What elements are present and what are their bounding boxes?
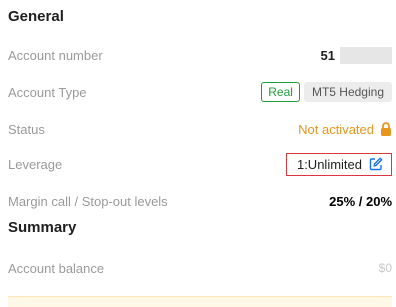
status-row: Status Not activated: [8, 117, 392, 141]
leverage-highlight[interactable]: 1:Unlimited: [285, 152, 392, 176]
account-type-label: Account Type: [8, 84, 87, 100]
leverage-label: Leverage: [8, 156, 63, 172]
account-number-value-wrap: 51: [320, 46, 392, 64]
edit-icon[interactable]: [369, 157, 383, 171]
margin-value: 25% / 20%: [329, 193, 392, 209]
account-type-row: Account Type Real MT5 Hedging: [8, 80, 392, 104]
notice-banner: [8, 296, 392, 307]
general-section-title: General: [8, 8, 64, 25]
account-number-row: Account number 51: [8, 43, 392, 67]
account-number-mask: [340, 46, 392, 64]
real-tag: Real: [261, 82, 300, 102]
account-type-tags: Real MT5 Hedging: [261, 82, 392, 102]
status-value: Not activated: [298, 121, 374, 137]
account-number-label: Account number: [8, 47, 103, 63]
balance-value: $0: [378, 261, 392, 275]
lock-icon: [380, 122, 392, 136]
margin-label: Margin call / Stop-out levels: [8, 193, 168, 209]
status-label: Status: [8, 121, 45, 137]
platform-tag: MT5 Hedging: [303, 82, 392, 102]
balance-label: Account balance: [8, 260, 105, 276]
leverage-row: Leverage 1:Unlimited: [8, 152, 392, 176]
summary-section-title: Summary: [8, 219, 77, 236]
margin-row: Margin call / Stop-out levels 25% / 20%: [8, 189, 392, 213]
balance-row: Account balance $0: [8, 256, 392, 280]
leverage-value: 1:Unlimited: [296, 156, 362, 172]
status-value-wrap[interactable]: Not activated: [298, 122, 392, 137]
account-number-value: 51: [320, 47, 335, 63]
